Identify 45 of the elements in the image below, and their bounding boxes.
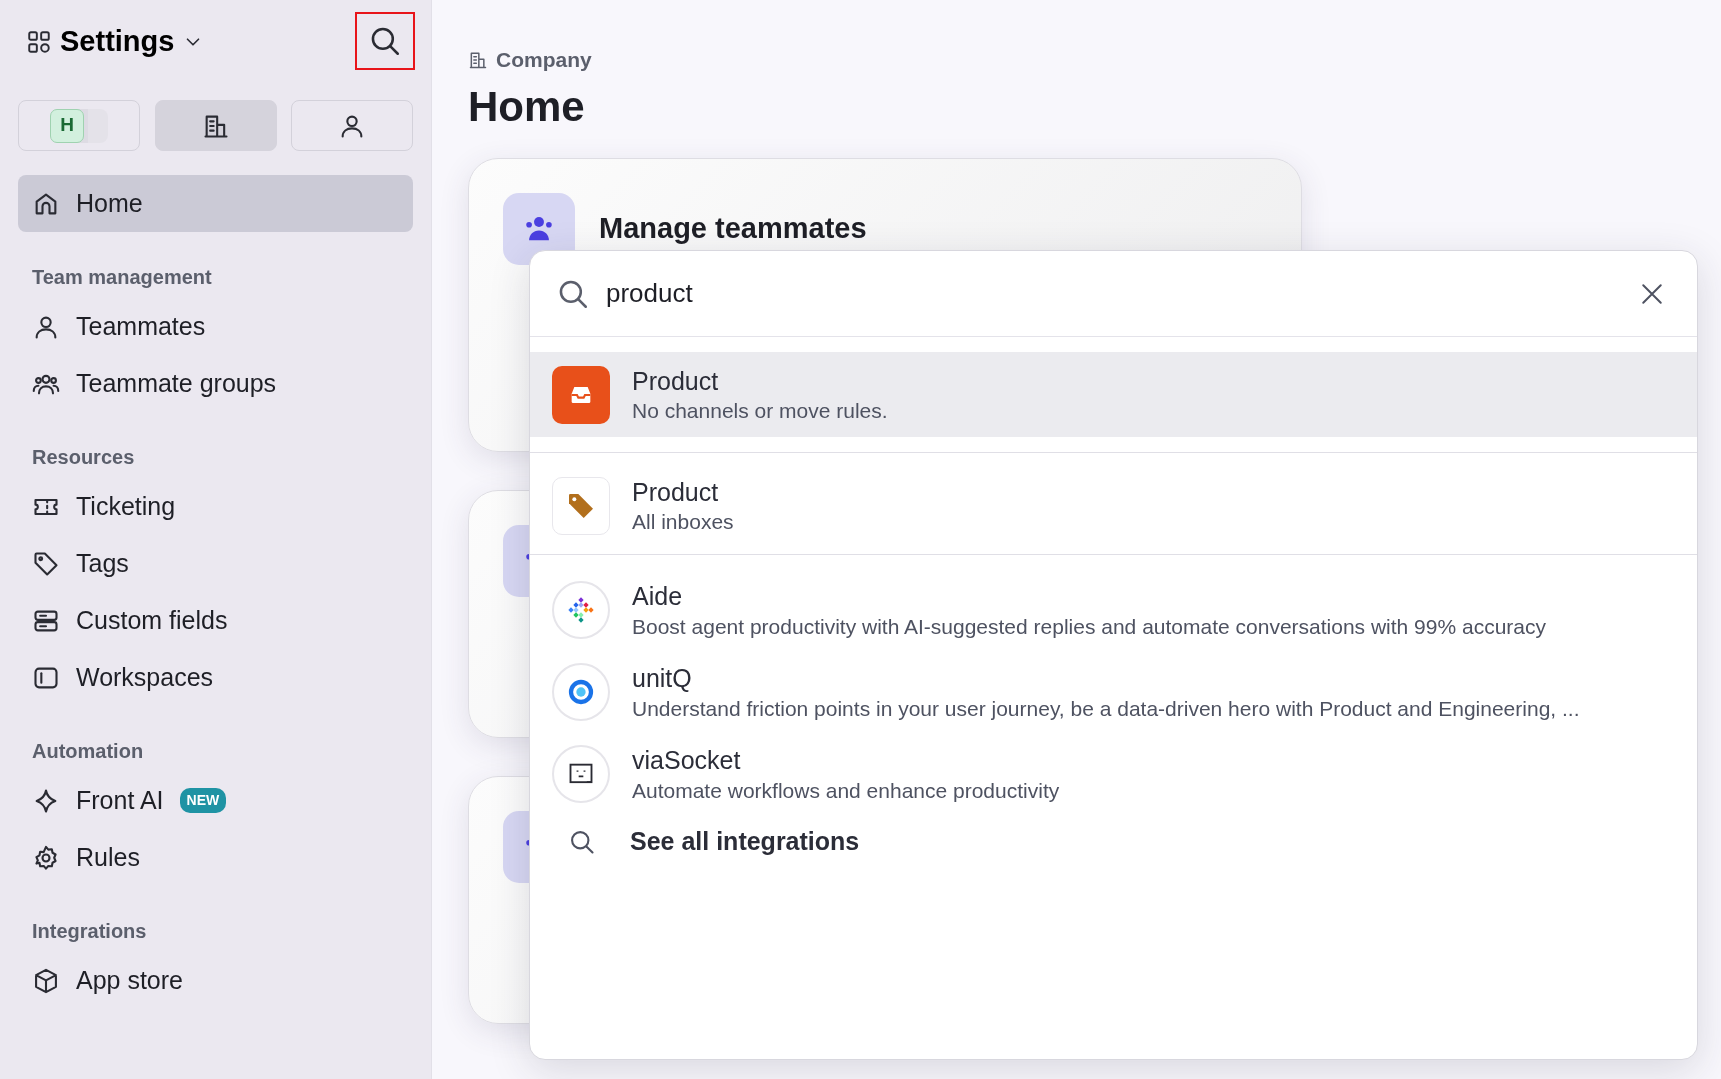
result-description: Understand friction points in your user journey, be a data-driven hero with Product and Engineering, ... xyxy=(632,695,1580,722)
result-title: Product xyxy=(632,476,720,508)
workspace-switch-button[interactable]: H xyxy=(18,100,140,151)
settings-menu-button[interactable]: Settings xyxy=(18,20,205,64)
result-description: No channels or move rules. xyxy=(632,398,888,425)
search-result[interactable]: Product All inboxes xyxy=(530,463,1697,548)
tag-icon xyxy=(32,549,60,578)
result-title: viaSocket xyxy=(632,745,742,777)
result-title: Aide xyxy=(632,581,684,613)
avatar-initial: H xyxy=(50,108,84,143)
section-heading: Automation xyxy=(32,739,145,764)
result-description: All inboxes xyxy=(632,509,734,536)
gear-icon xyxy=(32,843,60,872)
integration-result[interactable]: Aide Boost agent productivity with AI-suggested replies and automate conversations with 99% accuracy xyxy=(530,569,1697,651)
integration-result[interactable]: unitQ Understand friction points in your user journey, be a data-driven hero with Product and Engineering, ... xyxy=(530,651,1697,733)
sidebar-nav-item[interactable]: Teammates xyxy=(18,298,413,355)
sidebar-nav-item[interactable]: App store xyxy=(18,952,413,1009)
sidebar-nav-item[interactable]: Ticketing xyxy=(18,478,413,535)
home-nav-item[interactable]: Home xyxy=(18,175,413,232)
page-title: Home xyxy=(468,81,586,132)
sidebar-nav-item[interactable]: Custom fields xyxy=(18,592,413,649)
dot-logo-icon xyxy=(566,595,596,625)
company-scope-button[interactable] xyxy=(154,100,277,151)
search-input[interactable]: product xyxy=(606,274,1621,313)
cube-icon xyxy=(32,966,60,995)
result-description: Boost agent productivity with AI-suggested replies and automate conversations with 99% accuracy xyxy=(632,613,1546,640)
sidebar-nav-item[interactable]: Teammate groups xyxy=(18,355,413,412)
sidebar-nav-item[interactable]: Tags xyxy=(18,535,413,592)
sidebar-nav-item[interactable]: Workspaces xyxy=(18,649,413,706)
see-all-integrations-link[interactable]: See all integrations xyxy=(630,823,860,861)
grid-icon xyxy=(26,29,52,55)
result-description: Automate workflows and enhance productivity xyxy=(632,777,1060,804)
section-heading: Resources xyxy=(32,445,136,470)
sidebar-nav-item[interactable]: Rules xyxy=(18,829,413,886)
sidebar-nav-item[interactable]: Front AI NEW xyxy=(18,772,413,829)
result-title: unitQ xyxy=(632,663,693,695)
search-button[interactable] xyxy=(355,12,415,70)
search-result[interactable]: Product No channels or move rules. xyxy=(530,352,1697,437)
result-title: Product xyxy=(632,365,720,397)
new-badge: NEW xyxy=(179,788,227,813)
section-heading: Team management xyxy=(32,265,213,290)
card-title: Manage teammates xyxy=(599,210,867,246)
integration-result[interactable]: viaSocket Automate workflows and enhance productivity xyxy=(530,733,1697,815)
breadcrumb-link[interactable]: Company xyxy=(496,44,592,76)
section-heading: Integrations xyxy=(32,919,148,944)
